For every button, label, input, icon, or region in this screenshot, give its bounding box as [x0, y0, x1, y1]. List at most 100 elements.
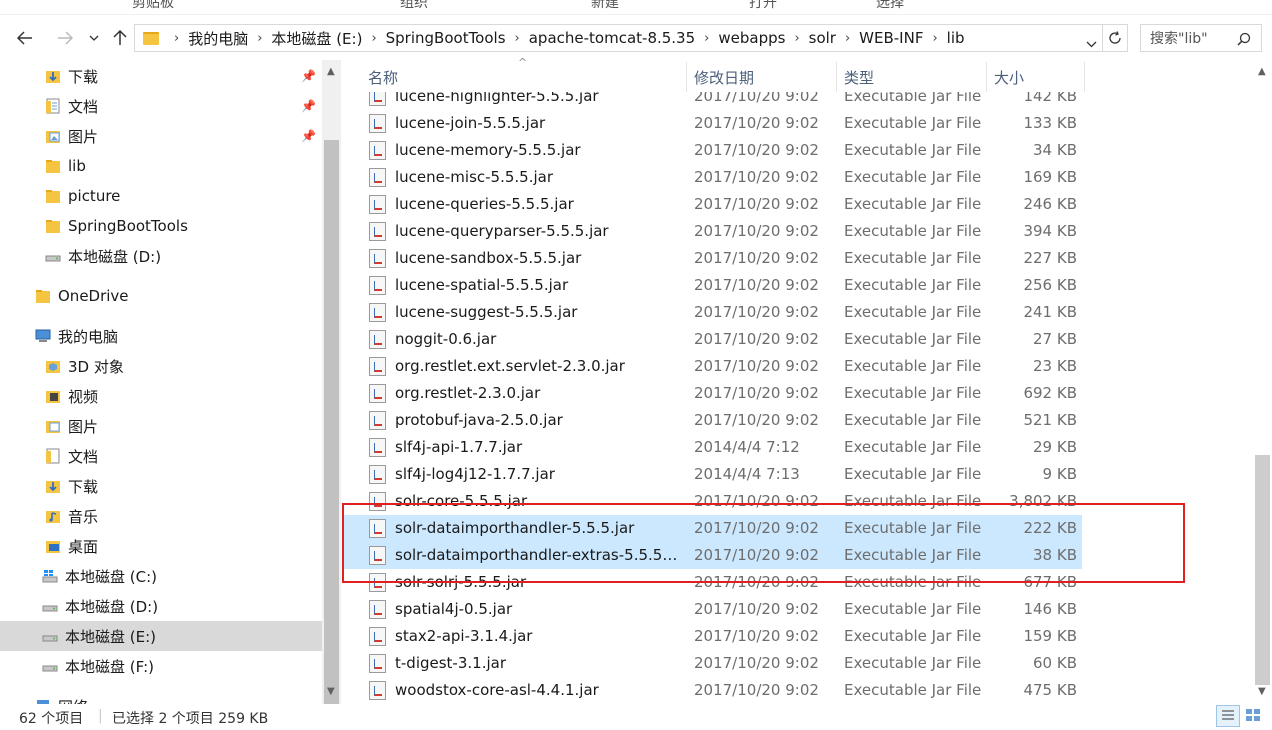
- refresh-button[interactable]: [1102, 25, 1127, 51]
- breadcrumb-tomcat[interactable]: apache-tomcat-8.5.35: [529, 29, 695, 47]
- file-row[interactable]: org.restlet-2.3.0.jar 2017/10/20 9:02 Exec…: [342, 380, 1082, 407]
- file-date: 2017/10/20 9:02: [694, 384, 819, 402]
- breadcrumb-webapps[interactable]: webapps: [718, 29, 785, 47]
- breadcrumb-solr[interactable]: solr: [809, 29, 836, 47]
- file-type: Executable Jar File: [844, 222, 982, 240]
- picture-icon: [46, 421, 60, 433]
- file-row[interactable]: t-digest-3.1.jar 2017/10/20 9:02 Executabl…: [342, 650, 1082, 677]
- jar-file-icon: [369, 114, 386, 133]
- sidebar-item-videos[interactable]: 视频: [0, 381, 322, 411]
- sidebar-item-picture-folder[interactable]: picture: [0, 181, 322, 211]
- file-name: lucene-suggest-5.5.5.jar: [395, 303, 578, 321]
- file-type: Executable Jar File: [844, 114, 982, 132]
- sidebar-item-my-computer[interactable]: 我的电脑: [0, 321, 322, 351]
- file-row[interactable]: protobuf-java-2.5.0.jar 2017/10/20 9:02 Ex…: [342, 407, 1082, 434]
- sidebar-item-drive-c[interactable]: 本地磁盘 (C:): [0, 561, 322, 591]
- sidebar-item-springboottools[interactable]: SpringBootTools: [0, 211, 322, 241]
- sidebar-item-label: 图片: [68, 127, 99, 146]
- file-row[interactable]: lucene-join-5.5.5.jar 2017/10/20 9:02 Exec…: [342, 110, 1082, 137]
- sidebar-item-onedrive[interactable]: OneDrive: [0, 281, 322, 311]
- column-divider[interactable]: [836, 62, 837, 92]
- file-type: Executable Jar File: [844, 195, 982, 213]
- file-row[interactable]: lucene-misc-5.5.5.jar 2017/10/20 9:02 Exec…: [342, 164, 1082, 191]
- column-header-type[interactable]: 类型: [844, 62, 984, 92]
- breadcrumb-springboottools[interactable]: SpringBootTools: [386, 29, 506, 47]
- large-icons-view-button[interactable]: [1242, 705, 1266, 727]
- sidebar-item-pictures[interactable]: 图片 📌: [0, 121, 322, 151]
- file-row[interactable]: slf4j-api-1.7.7.jar 2014/4/4 7:12 Executab…: [342, 434, 1082, 461]
- jar-file-icon: [369, 303, 386, 322]
- breadcrumb-drive-e[interactable]: 本地磁盘 (E:): [271, 28, 362, 49]
- scroll-down-icon[interactable]: ▼: [1258, 686, 1266, 697]
- folder-icon: [143, 31, 159, 45]
- sidebar-item-network[interactable]: 网络: [0, 691, 322, 704]
- up-button[interactable]: [108, 26, 132, 50]
- breadcrumb-lib[interactable]: lib: [947, 29, 965, 47]
- recent-locations-button[interactable]: [84, 26, 104, 50]
- document-icon: [46, 448, 60, 464]
- sidebar-item-drive-f[interactable]: 本地磁盘 (F:): [0, 651, 322, 681]
- address-bar[interactable]: › 我的电脑 › 本地磁盘 (E:) › SpringBootTools › apach…: [134, 24, 1128, 52]
- search-input[interactable]: 搜索"lib": [1140, 24, 1262, 52]
- file-row[interactable]: lucene-spatial-5.5.5.jar 2017/10/20 9:02 E…: [342, 272, 1082, 299]
- breadcrumb-web-inf[interactable]: WEB-INF: [859, 29, 923, 47]
- sidebar-item-drive-e[interactable]: 本地磁盘 (E:): [0, 621, 322, 651]
- folder-icon: [36, 290, 50, 303]
- sidebar-item-music[interactable]: 音乐: [0, 501, 322, 531]
- file-list-scroll-thumb[interactable]: [1255, 455, 1270, 685]
- sidebar-item-label: lib: [68, 157, 86, 175]
- sidebar-item-label: 文档: [68, 97, 99, 116]
- file-size: 227 KB: [1023, 249, 1077, 267]
- forward-button[interactable]: [53, 26, 77, 50]
- file-date: 2017/10/20 9:02: [694, 303, 819, 321]
- sidebar-scrollbar[interactable]: ▲ ▼: [322, 60, 341, 718]
- column-divider[interactable]: [1084, 62, 1085, 92]
- address-dropdown-button[interactable]: [1086, 34, 1097, 52]
- scroll-up-icon[interactable]: ▲: [327, 66, 335, 77]
- sidebar-item-documents[interactable]: 文档 📌: [0, 91, 322, 121]
- scroll-up-icon[interactable]: ▲: [1258, 66, 1266, 77]
- ribbon-group-new: 新建: [591, 0, 619, 11]
- column-header-date[interactable]: 修改日期: [694, 62, 834, 92]
- file-type: Executable Jar File: [844, 411, 982, 429]
- file-row[interactable]: lucene-suggest-5.5.5.jar 2017/10/20 9:02 E…: [342, 299, 1082, 326]
- file-row[interactable]: lucene-queryparser-5.5.5.jar 2017/10/20 9…: [342, 218, 1082, 245]
- file-row[interactable]: stax2-api-3.1.4.jar 2017/10/20 9:02 Execut…: [342, 623, 1082, 650]
- sidebar-item-downloads-2[interactable]: 下载: [0, 471, 322, 501]
- sidebar-item-quick-drive-d[interactable]: 本地磁盘 (D:): [0, 241, 322, 271]
- file-row[interactable]: slf4j-log4j12-1.7.7.jar 2014/4/4 7:13 Exec…: [342, 461, 1082, 488]
- sidebar-item-pictures-2[interactable]: 图片: [0, 411, 322, 441]
- file-row[interactable]: lucene-highlighter-5.5.5.jar 2017/10/20 9…: [342, 92, 1082, 110]
- file-row[interactable]: lucene-sandbox-5.5.5.jar 2017/10/20 9:02 E…: [342, 245, 1082, 272]
- file-row[interactable]: woodstox-core-asl-4.4.1.jar 2017/10/20 9:…: [342, 677, 1082, 704]
- breadcrumb-my-computer[interactable]: 我的电脑: [188, 28, 248, 49]
- file-list-scrollbar[interactable]: ▲ ▼: [1253, 60, 1272, 704]
- chevron-down-icon: [89, 35, 99, 41]
- column-header-size[interactable]: 大小: [994, 62, 1082, 92]
- file-row[interactable]: lucene-memory-5.5.5.jar 2017/10/20 9:02 Ex…: [342, 137, 1082, 164]
- sidebar-item-3d-objects[interactable]: 3D 对象: [0, 351, 322, 381]
- back-button[interactable]: [13, 26, 37, 50]
- file-type: Executable Jar File: [844, 330, 982, 348]
- file-row[interactable]: noggit-0.6.jar 2017/10/20 9:02 Executable …: [342, 326, 1082, 353]
- sidebar-item-documents-2[interactable]: 文档: [0, 441, 322, 471]
- sidebar-scroll-thumb[interactable]: [324, 140, 339, 718]
- details-view-icon: [1222, 710, 1234, 720]
- download-icon: [46, 71, 60, 83]
- sidebar-item-lib[interactable]: lib: [0, 151, 322, 181]
- details-view-button[interactable]: [1216, 705, 1240, 727]
- file-name: t-digest-3.1.jar: [395, 654, 506, 672]
- sidebar-item-desktop[interactable]: 桌面: [0, 531, 322, 561]
- file-name: lucene-sandbox-5.5.5.jar: [395, 249, 582, 267]
- column-header-name[interactable]: 名称: [368, 62, 686, 92]
- file-row[interactable]: spatial4j-0.5.jar 2017/10/20 9:02 Executab…: [342, 596, 1082, 623]
- column-divider[interactable]: [986, 62, 987, 92]
- scroll-down-icon[interactable]: ▼: [327, 686, 335, 697]
- sidebar-item-drive-d[interactable]: 本地磁盘 (D:): [0, 591, 322, 621]
- chevron-right-icon: ›: [844, 30, 851, 46]
- file-row[interactable]: org.restlet.ext.servlet-2.3.0.jar 2017/10…: [342, 353, 1082, 380]
- file-row[interactable]: lucene-queries-5.5.5.jar 2017/10/20 9:02 E…: [342, 191, 1082, 218]
- sidebar-item-downloads[interactable]: 下载 📌: [0, 61, 322, 91]
- file-size: 146 KB: [1023, 600, 1077, 618]
- column-divider[interactable]: [686, 62, 687, 92]
